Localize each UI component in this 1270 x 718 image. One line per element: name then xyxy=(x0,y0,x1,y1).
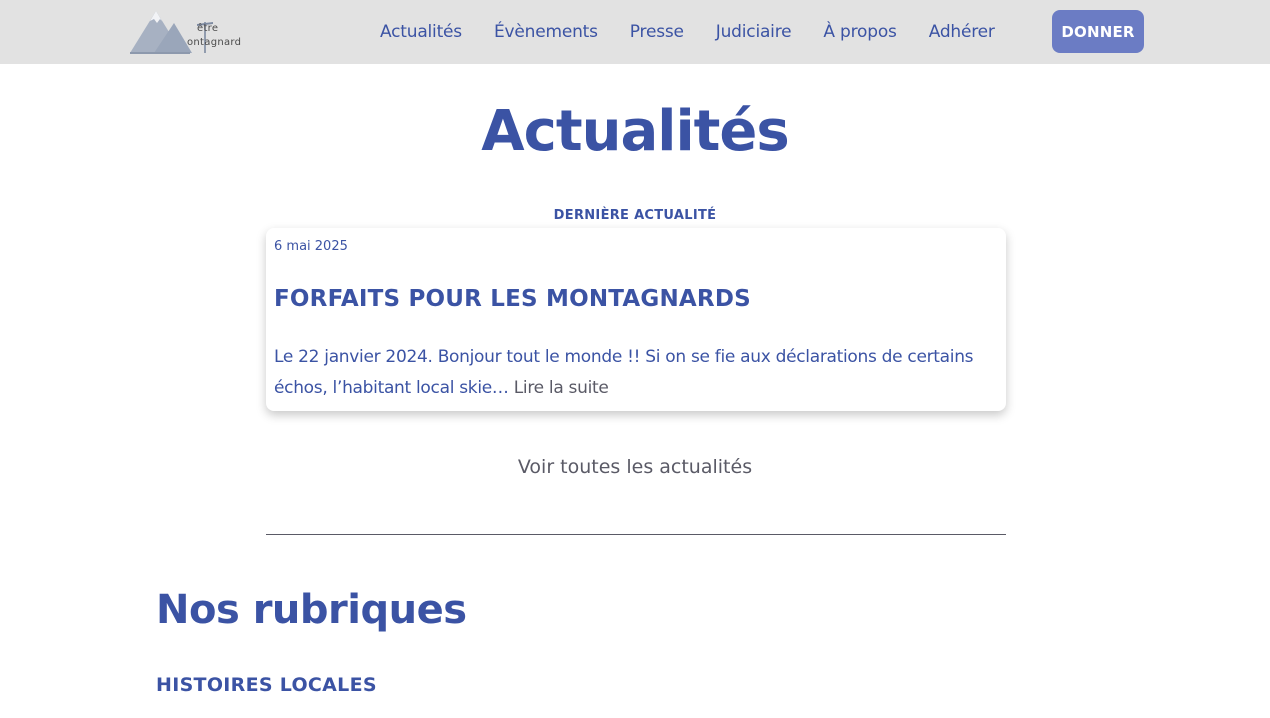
nav-evenements[interactable]: Évènements xyxy=(478,22,614,42)
all-news-link[interactable]: Voir toutes les actualités xyxy=(0,456,1270,478)
category-histoires-locales[interactable]: HISTOIRES LOCALES xyxy=(156,674,377,696)
donate-button[interactable]: DONNER xyxy=(1052,10,1144,53)
logo-word-bottom: ontagnard xyxy=(187,37,242,48)
read-more-link[interactable]: Lire la suite xyxy=(514,378,609,398)
post-date: 6 mai 2025 xyxy=(274,239,348,254)
main-navigation: Actualités Évènements Presse Judiciaire … xyxy=(364,0,1011,64)
section-divider xyxy=(266,534,1006,535)
page-title: Actualités xyxy=(481,99,789,164)
post-excerpt: Le 22 janvier 2024. Bonjour tout le mond… xyxy=(274,342,1002,404)
nav-actualites[interactable]: Actualités xyxy=(364,22,478,42)
site-logo[interactable]: être ontagnard xyxy=(130,9,250,55)
nav-presse[interactable]: Presse xyxy=(614,22,700,42)
latest-news-card[interactable]: 6 mai 2025 FORFAITS POUR LES MONTAGNARDS… xyxy=(266,228,1006,411)
post-excerpt-text: Le 22 janvier 2024. Bonjour tout le mond… xyxy=(274,347,974,398)
nav-adherer[interactable]: Adhérer xyxy=(913,22,1011,42)
latest-news-label: DERNIÈRE ACTUALITÉ xyxy=(553,208,717,223)
mountain-logo-icon xyxy=(130,11,213,54)
nav-a-propos[interactable]: À propos xyxy=(807,22,912,42)
post-title[interactable]: FORFAITS POUR LES MONTAGNARDS xyxy=(274,286,751,312)
logo-word-top: être xyxy=(197,23,219,34)
site-header: être ontagnard Actualités Évènements Pre… xyxy=(0,0,1270,64)
nav-judiciaire[interactable]: Judiciaire xyxy=(700,22,808,42)
sections-title: Nos rubriques xyxy=(156,587,467,633)
